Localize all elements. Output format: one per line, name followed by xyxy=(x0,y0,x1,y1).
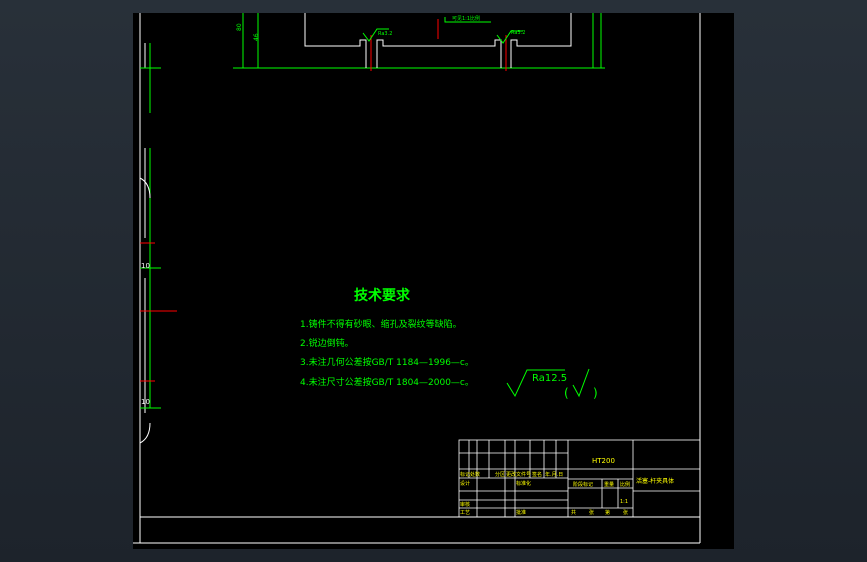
tb-sheet-label: 张 xyxy=(589,509,594,516)
centre-note-text: 可见1:1比例 xyxy=(452,15,480,22)
tb-weight-label: 重量 xyxy=(604,481,614,488)
tech-item-3: 3.未注几何公差按GB/T 1184—1996—c。 xyxy=(300,356,474,368)
tb-drawing-name: 活塞-杆夹具体 xyxy=(636,477,674,485)
tb-process-label: 工艺 xyxy=(460,510,470,516)
cad-viewport: 80 46 Ra3.2 Ra3.2 可见1:1比例 10 10 技术要求 1.铸… xyxy=(0,0,867,562)
drawing-frame xyxy=(133,13,701,544)
roughness-check-symbol xyxy=(572,368,590,398)
tb-stage-label: 阶段标记 xyxy=(573,481,593,488)
tb-standard-label: 标准化 xyxy=(516,480,531,487)
part-outline-right xyxy=(510,13,572,68)
tech-item-1: 1.铸件不得有砂眼、缩孔及裂纹等缺陷。 xyxy=(300,318,462,330)
dim-text-b: 46 xyxy=(253,33,260,41)
tb-count-label: 处数 xyxy=(470,471,480,478)
tb-sheets-label: 共 xyxy=(571,509,576,516)
top-part-view xyxy=(233,13,605,71)
tb-design-label: 设计 xyxy=(460,480,470,487)
tb-scale-value: 1:1 xyxy=(620,499,628,505)
roughness-paren-close: ) xyxy=(593,386,598,400)
tb-date-label: 年.月.日 xyxy=(545,471,563,478)
dim-text-a: 80 xyxy=(236,23,243,31)
tb-approve-label: 批准 xyxy=(516,509,526,516)
left-side-view xyxy=(139,43,177,444)
part-outline-left xyxy=(304,13,367,68)
side-dim-text-lower: 10 xyxy=(141,398,150,406)
roughness-label-left: Ra3.2 xyxy=(378,31,392,37)
tech-title: 技术要求 xyxy=(354,287,411,304)
tb-check-label: 审核 xyxy=(460,501,470,508)
side-arc-lower xyxy=(139,422,151,444)
side-dim-text-upper: 10 xyxy=(141,262,150,270)
tb-of-label: 第 xyxy=(605,509,610,516)
part-outline-center xyxy=(376,39,502,68)
tb-change-doc-label: 更改文件号 xyxy=(506,471,531,478)
tb-material: HT200 xyxy=(592,457,615,465)
drawing-canvas: 80 46 Ra3.2 Ra3.2 可见1:1比例 10 10 技术要求 1.铸… xyxy=(133,13,701,544)
tb-sign-label: 签名 xyxy=(532,471,542,478)
tech-item-4: 4.未注尺寸公差按GB/T 1804—2000—c。 xyxy=(300,376,474,388)
tech-item-2: 2.锐边倒钝。 xyxy=(300,337,354,349)
tb-zone-label: 分区 xyxy=(495,471,505,478)
tb-sheet2-label: 张 xyxy=(623,509,628,516)
roughness-paren-open: ( xyxy=(564,386,569,400)
roughness-label-right: Ra3.2 xyxy=(511,30,525,36)
drawing-sheet[interactable]: 80 46 Ra3.2 Ra3.2 可见1:1比例 10 10 技术要求 1.铸… xyxy=(133,13,734,549)
roughness-general-value: Ra12.5 xyxy=(532,373,567,384)
tb-mark-label: 标记 xyxy=(460,471,470,478)
tb-scale-label: 比例 xyxy=(620,481,630,488)
